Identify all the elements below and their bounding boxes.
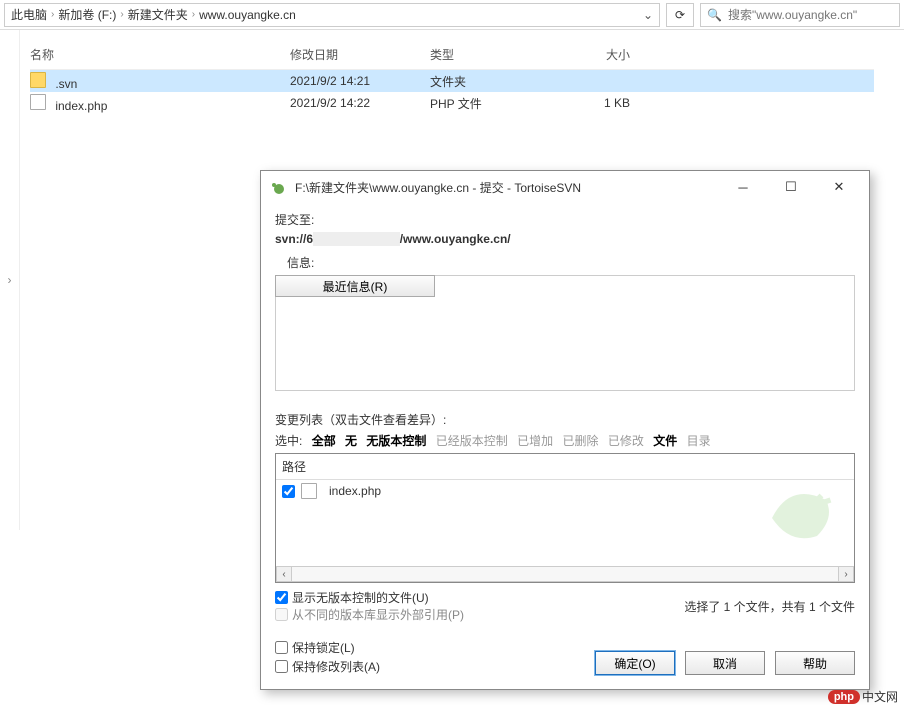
breadcrumb-item[interactable]: 新加卷 (F:) [58,6,116,23]
keep-changelists-input[interactable] [275,660,288,673]
dialog-titlebar[interactable]: F:\新建文件夹\www.ouyangke.cn - 提交 - Tortoise… [261,171,869,203]
file-row[interactable]: index.php 2021/9/2 14:22 PHP 文件 1 KB [30,92,874,114]
show-externals-checkbox[interactable]: 从不同的版本库显示外部引用(P) [275,606,464,623]
scroll-right-icon[interactable]: › [838,566,854,582]
scroll-left-icon[interactable]: ‹ [276,566,292,582]
horizontal-scrollbar[interactable]: ‹ › [276,566,854,582]
php-logo-icon: php [828,690,860,704]
breadcrumb-item[interactable]: 此电脑 [11,6,47,23]
file-row[interactable]: .svn 2021/9/2 14:21 文件夹 [30,70,874,92]
changelist-label: 变更列表（双击文件查看差异）: [275,411,855,428]
cancel-button[interactable]: 取消 [685,651,765,675]
recent-messages-button[interactable]: 最近信息(R) [275,275,435,297]
changelist-item-name: index.php [329,484,381,498]
file-icon [301,483,317,499]
chevron-right-icon: › [51,9,54,20]
show-unversioned-checkbox[interactable]: 显示无版本控制的文件(U) [275,589,464,606]
file-name: .svn [55,77,77,91]
show-externals-label: 从不同的版本库显示外部引用(P) [292,606,464,623]
filter-added[interactable]: 已增加 [517,434,553,448]
file-icon [30,94,46,110]
scroll-track[interactable] [292,566,838,582]
commit-url: svn://6xxxx/www.ouyangke.cn/ [275,232,855,246]
file-type: 文件夹 [430,73,540,90]
keep-changelists-checkbox[interactable]: 保持修改列表(A) [275,658,380,675]
filter-unversioned[interactable]: 无版本控制 [366,434,426,448]
search-box[interactable]: 🔍 [700,3,900,27]
site-watermark-text: 中文网 [862,688,898,705]
dialog-title: F:\新建文件夹\www.ouyangke.cn - 提交 - Tortoise… [295,179,715,196]
refresh-icon: ⟳ [675,8,685,22]
site-watermark: php 中文网 [828,688,898,705]
show-unversioned-label: 显示无版本控制的文件(U) [292,589,429,606]
breadcrumb-item[interactable]: 新建文件夹 [128,6,188,23]
file-size: 1 KB [540,96,630,110]
keep-changelists-label: 保持修改列表(A) [292,658,380,675]
commit-message-input[interactable] [276,297,854,390]
explorer-address-bar: 此电脑 › 新加卷 (F:) › 新建文件夹 › www.ouyangke.cn… [0,0,904,30]
tortoise-watermark-icon [754,464,844,554]
filter-none[interactable]: 无 [345,434,357,448]
file-date: 2021/9/2 14:22 [290,96,430,110]
search-input[interactable] [728,8,893,22]
breadcrumb[interactable]: 此电脑 › 新加卷 (F:) › 新建文件夹 › www.ouyangke.cn… [4,3,660,27]
minimize-button[interactable]: ─ [723,173,763,201]
keep-locks-label: 保持锁定(L) [292,639,355,656]
file-list-header[interactable]: 名称 修改日期 类型 大小 [30,46,874,70]
search-icon: 🔍 [707,8,722,22]
file-date: 2021/9/2 14:21 [290,74,430,88]
help-button[interactable]: 帮助 [775,651,855,675]
filter-dirs[interactable]: 目录 [687,434,711,448]
filter-row: 选中: 全部 无 无版本控制 已经版本控制 已增加 已删除 已修改 文件 目录 [275,432,855,449]
column-header-date[interactable]: 修改日期 [290,46,430,63]
filter-files[interactable]: 文件 [653,434,677,448]
filter-prefix: 选中: [275,434,302,448]
chevron-down-icon[interactable]: ⌄ [643,8,653,22]
maximize-button[interactable]: ☐ [771,173,811,201]
tortoise-icon [271,179,287,195]
file-type: PHP 文件 [430,95,540,112]
changelist-box: 路径 index.php ‹ › [275,453,855,583]
column-header-type[interactable]: 类型 [430,46,540,63]
refresh-button[interactable]: ⟳ [666,3,694,27]
commit-to-label: 提交至: [275,211,855,228]
keep-locks-input[interactable] [275,641,288,654]
chevron-right-icon: › [120,9,123,20]
show-externals-input [275,608,288,621]
filter-versioned[interactable]: 已经版本控制 [436,434,508,448]
filter-deleted[interactable]: 已删除 [562,434,598,448]
commit-message-box: 最近信息(R) [275,275,855,391]
ok-button[interactable]: 确定(O) [595,651,675,675]
column-header-size[interactable]: 大小 [540,46,630,63]
file-name: index.php [55,99,107,113]
sidebar-expand-handle[interactable]: › [0,30,20,530]
filter-modified[interactable]: 已修改 [608,434,644,448]
keep-locks-checkbox[interactable]: 保持锁定(L) [275,639,380,656]
show-unversioned-input[interactable] [275,591,288,604]
breadcrumb-item[interactable]: www.ouyangke.cn [199,8,296,22]
filter-all[interactable]: 全部 [312,434,336,448]
info-label: 信息: [275,254,855,271]
changelist-item-checkbox[interactable] [282,485,295,498]
commit-dialog: F:\新建文件夹\www.ouyangke.cn - 提交 - Tortoise… [260,170,870,690]
column-header-name[interactable]: 名称 [30,46,290,63]
chevron-right-icon: › [192,9,195,20]
file-list: 名称 修改日期 类型 大小 .svn 2021/9/2 14:21 文件夹 in… [0,46,904,114]
folder-icon [30,72,46,88]
selection-summary: 选择了 1 个文件，共有 1 个文件 [684,598,855,615]
close-button[interactable]: ✕ [819,173,859,201]
